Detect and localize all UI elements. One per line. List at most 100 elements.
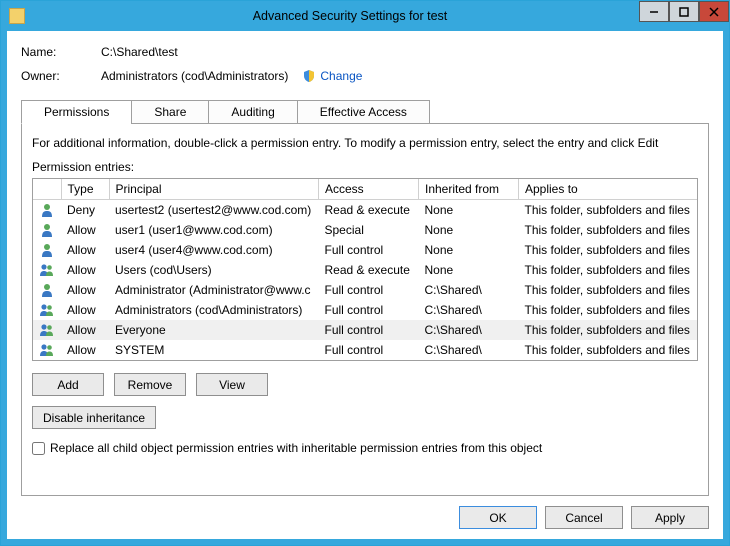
- maximize-button[interactable]: [669, 1, 699, 22]
- tab-auditing[interactable]: Auditing: [208, 100, 297, 124]
- info-text: For additional information, double-click…: [32, 136, 698, 150]
- change-owner-link[interactable]: Change: [320, 69, 362, 83]
- cell-access: Full control: [319, 320, 419, 340]
- name-row: Name: C:\Shared\test: [21, 45, 709, 59]
- cell-applies: This folder, subfolders and files: [519, 340, 698, 360]
- users-icon: [39, 322, 55, 338]
- action-buttons: Add Remove View: [32, 373, 698, 396]
- cell-principal: user1 (user1@www.cod.com): [109, 220, 319, 240]
- header-icon[interactable]: [33, 179, 61, 200]
- users-icon: [39, 262, 55, 278]
- table-row[interactable]: AllowAdministrator (Administrator@www.cF…: [33, 280, 697, 300]
- entries-label: Permission entries:: [32, 160, 698, 174]
- cell-principal: Everyone: [109, 320, 319, 340]
- shield-icon: [302, 69, 316, 83]
- name-value: C:\Shared\test: [101, 45, 178, 59]
- remove-button[interactable]: Remove: [114, 373, 186, 396]
- cell-applies: This folder, subfolders and files: [519, 240, 698, 260]
- cell-type: Allow: [61, 280, 109, 300]
- content-area: Name: C:\Shared\test Owner: Administrato…: [1, 31, 729, 545]
- minimize-button[interactable]: [639, 1, 669, 22]
- cell-principal: user4 (user4@www.cod.com): [109, 240, 319, 260]
- owner-label: Owner:: [21, 69, 101, 83]
- replace-checkbox-label: Replace all child object permission entr…: [50, 441, 542, 455]
- cell-applies: This folder, subfolders and files: [519, 280, 698, 300]
- cell-type: Deny: [61, 200, 109, 221]
- table-row[interactable]: Allowuser1 (user1@www.cod.com)SpecialNon…: [33, 220, 697, 240]
- dialog-footer: OK Cancel Apply: [21, 496, 709, 529]
- header-applies[interactable]: Applies to: [519, 179, 698, 200]
- cell-type: Allow: [61, 300, 109, 320]
- disable-inheritance-button[interactable]: Disable inheritance: [32, 406, 156, 429]
- header-principal[interactable]: Principal: [109, 179, 319, 200]
- cell-inherited: None: [419, 220, 519, 240]
- tab-share[interactable]: Share: [131, 100, 209, 124]
- cell-applies: This folder, subfolders and files: [519, 200, 698, 221]
- replace-checkbox[interactable]: [32, 442, 45, 455]
- cell-access: Special: [319, 220, 419, 240]
- cell-access: Full control: [319, 240, 419, 260]
- cell-type: Allow: [61, 260, 109, 280]
- table-row[interactable]: Allowuser4 (user4@www.cod.com)Full contr…: [33, 240, 697, 260]
- header-access[interactable]: Access: [319, 179, 419, 200]
- user-icon: [39, 202, 55, 218]
- users-icon: [39, 342, 55, 358]
- cell-applies: This folder, subfolders and files: [519, 300, 698, 320]
- cell-type: Allow: [61, 220, 109, 240]
- cell-applies: This folder, subfolders and files: [519, 320, 698, 340]
- view-button[interactable]: View: [196, 373, 268, 396]
- owner-value: Administrators (cod\Administrators): [101, 69, 288, 83]
- window-buttons: [639, 1, 729, 22]
- header-inherited[interactable]: Inherited from: [419, 179, 519, 200]
- cell-principal: Administrators (cod\Administrators): [109, 300, 319, 320]
- cell-type: Allow: [61, 240, 109, 260]
- cell-applies: This folder, subfolders and files: [519, 220, 698, 240]
- cancel-button[interactable]: Cancel: [545, 506, 623, 529]
- cell-type: Allow: [61, 340, 109, 360]
- name-label: Name:: [21, 45, 101, 59]
- header-type[interactable]: Type: [61, 179, 109, 200]
- cell-inherited: None: [419, 200, 519, 221]
- table-row[interactable]: AllowAdministrators (cod\Administrators)…: [33, 300, 697, 320]
- header-row: Type Principal Access Inherited from App…: [33, 179, 697, 200]
- folder-icon: [9, 8, 25, 24]
- cell-principal: SYSTEM: [109, 340, 319, 360]
- apply-button[interactable]: Apply: [631, 506, 709, 529]
- users-icon: [39, 302, 55, 318]
- cell-type: Allow: [61, 320, 109, 340]
- add-button[interactable]: Add: [32, 373, 104, 396]
- tab-panel: For additional information, double-click…: [21, 123, 709, 496]
- cell-inherited: C:\Shared\: [419, 340, 519, 360]
- tabs-container: Permissions Share Auditing Effective Acc…: [21, 99, 709, 496]
- table-row[interactable]: AllowUsers (cod\Users)Read & executeNone…: [33, 260, 697, 280]
- cell-principal: Users (cod\Users): [109, 260, 319, 280]
- tabstrip: Permissions Share Auditing Effective Acc…: [21, 100, 709, 124]
- replace-checkbox-row[interactable]: Replace all child object permission entr…: [32, 441, 698, 455]
- cell-access: Full control: [319, 340, 419, 360]
- table-row[interactable]: AllowEveryoneFull controlC:\Shared\This …: [33, 320, 697, 340]
- cell-inherited: C:\Shared\: [419, 320, 519, 340]
- user-icon: [39, 222, 55, 238]
- cell-applies: This folder, subfolders and files: [519, 260, 698, 280]
- table-row[interactable]: Denyusertest2 (usertest2@www.cod.com)Rea…: [33, 200, 697, 221]
- window: Advanced Security Settings for test Name…: [0, 0, 730, 546]
- tab-permissions[interactable]: Permissions: [21, 100, 132, 124]
- cell-inherited: None: [419, 240, 519, 260]
- user-icon: [39, 242, 55, 258]
- tab-effective-access[interactable]: Effective Access: [297, 100, 430, 124]
- table-row[interactable]: AllowSYSTEMFull controlC:\Shared\This fo…: [33, 340, 697, 360]
- cell-access: Full control: [319, 280, 419, 300]
- cell-principal: usertest2 (usertest2@www.cod.com): [109, 200, 319, 221]
- permission-grid: Type Principal Access Inherited from App…: [32, 178, 698, 361]
- cell-principal: Administrator (Administrator@www.c: [109, 280, 319, 300]
- inheritance-buttons: Disable inheritance: [32, 406, 698, 429]
- cell-inherited: C:\Shared\: [419, 300, 519, 320]
- ok-button[interactable]: OK: [459, 506, 537, 529]
- cell-access: Full control: [319, 300, 419, 320]
- owner-row: Owner: Administrators (cod\Administrator…: [21, 69, 709, 83]
- window-title: Advanced Security Settings for test: [31, 9, 729, 23]
- cell-inherited: None: [419, 260, 519, 280]
- close-button[interactable]: [699, 1, 729, 22]
- user-icon: [39, 282, 55, 298]
- cell-inherited: C:\Shared\: [419, 280, 519, 300]
